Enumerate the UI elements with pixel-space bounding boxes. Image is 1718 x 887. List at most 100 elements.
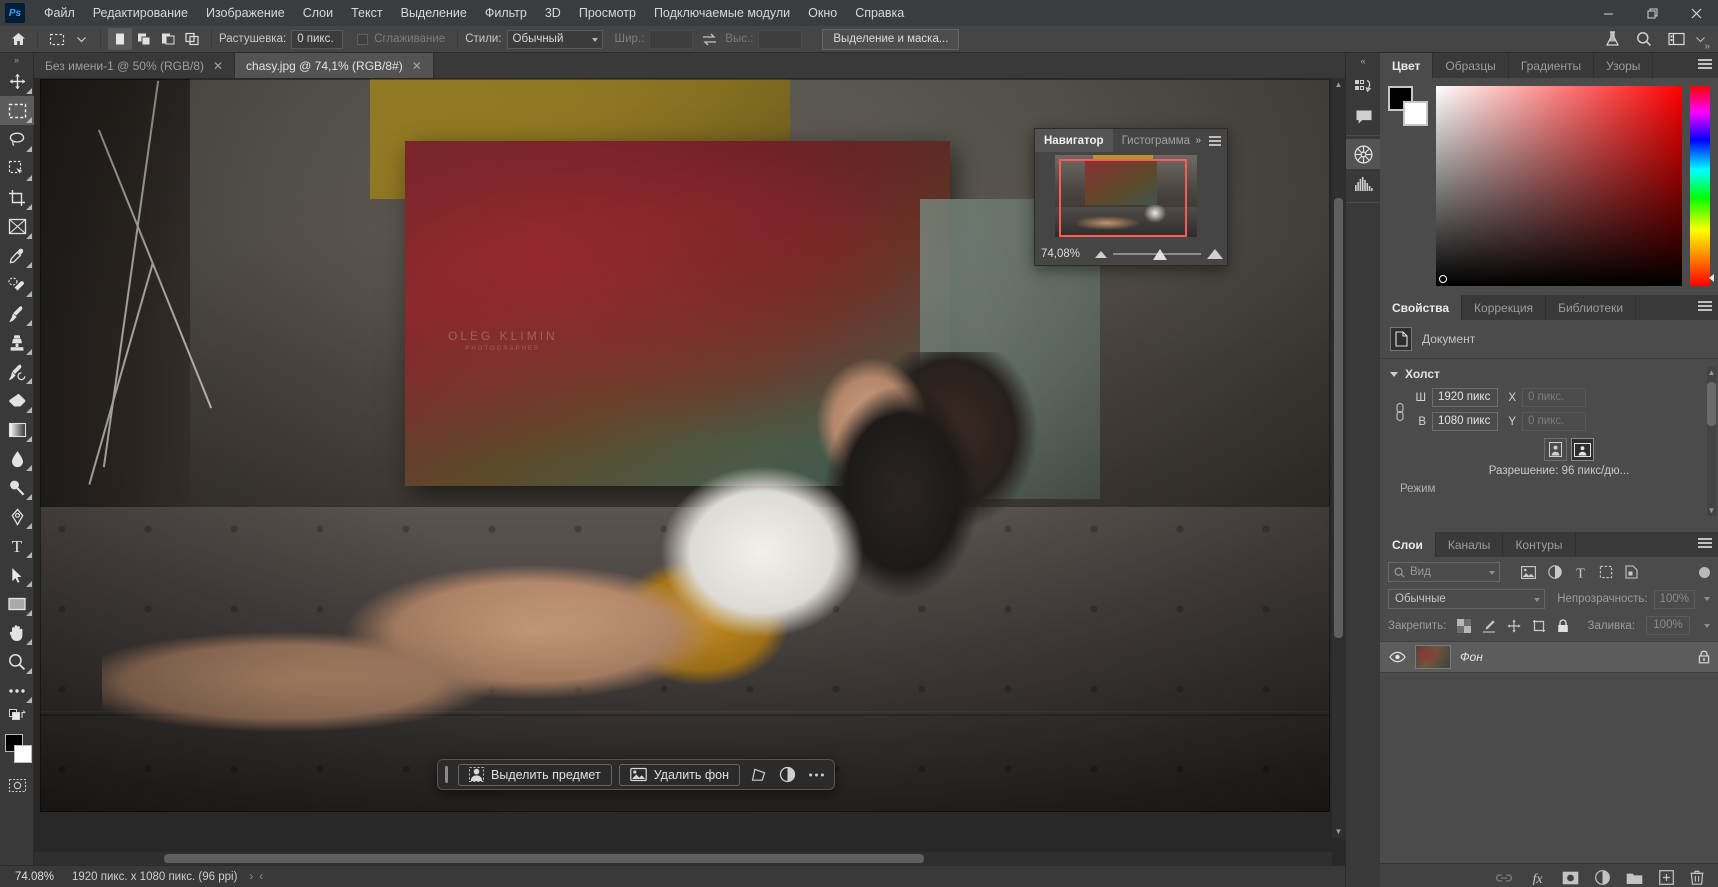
subtract-from-selection-icon[interactable] [156, 28, 180, 50]
layer-mask-icon[interactable] [1562, 871, 1579, 885]
dodge-tool[interactable] [0, 473, 34, 502]
path-selection-tool[interactable] [0, 560, 34, 589]
layer-row[interactable]: Фон [1380, 641, 1718, 673]
navigator-more-icon[interactable]: » [1195, 135, 1201, 146]
gradient-tool[interactable] [0, 415, 34, 444]
history-icon[interactable] [1346, 72, 1381, 102]
menu-file[interactable]: Файл [35, 0, 84, 26]
blend-mode-select[interactable]: Обычные [1388, 589, 1546, 609]
height-input[interactable] [758, 29, 803, 49]
lock-artboard-icon[interactable] [1532, 619, 1546, 633]
opacity-value[interactable]: 100% [1653, 589, 1695, 609]
quick-selection-tool[interactable] [0, 154, 34, 183]
home-icon[interactable] [6, 28, 30, 50]
style-select[interactable]: Обычный [506, 29, 603, 49]
navigator-panel[interactable]: Навигатор Гистограмма » 74,08% [1034, 128, 1228, 266]
tab-patterns[interactable]: Узоры [1594, 53, 1654, 78]
zoom-tool[interactable] [0, 647, 34, 676]
tab-layers[interactable]: Слои [1380, 532, 1436, 557]
status-arrows[interactable]: ›‹ [249, 871, 269, 883]
image-filter-icon[interactable] [1521, 565, 1536, 579]
tool-preset-icon[interactable] [45, 28, 69, 50]
menu-help[interactable]: Справка [846, 0, 913, 26]
default-colors-and-swap[interactable] [0, 705, 34, 727]
lock-pixels-icon[interactable] [1482, 619, 1496, 633]
panel-menu-icon[interactable] [1698, 301, 1712, 313]
tab-libraries[interactable]: Библиотеки [1546, 295, 1637, 320]
canvas-section-header[interactable]: Холст [1380, 359, 1718, 385]
quick-mask-toggle[interactable] [0, 771, 34, 800]
tab-channels[interactable]: Каналы [1435, 532, 1504, 557]
menu-layers[interactable]: Слои [294, 0, 342, 26]
width-input[interactable] [649, 29, 694, 49]
layer-thumbnail[interactable] [1415, 645, 1451, 669]
tab-navigator[interactable]: Навигатор [1035, 129, 1113, 152]
lasso-tool[interactable] [0, 125, 34, 154]
adjustments-icon[interactable] [1346, 139, 1381, 169]
lock-all-icon[interactable] [1557, 618, 1569, 633]
portrait-icon[interactable] [1544, 438, 1567, 461]
delete-layer-icon[interactable] [1690, 870, 1704, 885]
status-prev-arrow-icon[interactable]: ‹ [259, 871, 269, 883]
status-document-info[interactable]: 1920 пикс. x 1080 пикс. (96 ppi) [62, 871, 237, 883]
scroll-up-arrow-icon[interactable]: ▲ [1707, 366, 1716, 378]
vertical-scroll-thumb[interactable] [1334, 198, 1343, 638]
color-picker-body[interactable] [1380, 78, 1718, 295]
zoom-out-icon[interactable] [1095, 250, 1107, 258]
hue-marker[interactable] [1709, 274, 1714, 282]
background-color-swatch[interactable] [14, 745, 32, 763]
smart-object-filter-icon[interactable] [1625, 565, 1638, 579]
adjustment-layer-icon[interactable] [1595, 870, 1610, 885]
more-options-icon[interactable] [805, 764, 827, 786]
filter-toggle-switch[interactable] [1699, 566, 1710, 578]
minimize-button[interactable] [1586, 0, 1630, 26]
fill-value[interactable]: 100% [1646, 616, 1690, 635]
frame-tool[interactable] [0, 212, 34, 241]
layer-style-icon[interactable]: fx [1529, 871, 1546, 885]
tab-paths[interactable]: Контуры [1503, 532, 1576, 557]
menu-selection[interactable]: Выделение [392, 0, 476, 26]
lock-position-icon[interactable] [1507, 619, 1521, 633]
menu-plugins[interactable]: Подключаемые модули [645, 0, 799, 26]
canvas-width-input[interactable]: 1920 пикс [1432, 388, 1498, 407]
canvas-horizontal-scrollbar[interactable] [34, 852, 1332, 865]
tool-preset-chevron-down-icon[interactable] [69, 28, 93, 50]
menu-edit[interactable]: Редактирование [84, 0, 197, 26]
link-layers-icon[interactable] [1495, 872, 1513, 884]
layer-lock-icon[interactable] [1698, 650, 1710, 664]
brush-tool[interactable] [0, 299, 34, 328]
slider-knob[interactable] [1153, 249, 1168, 260]
layer-filter-select[interactable]: Вид [1388, 562, 1500, 582]
tab-swatches[interactable]: Образцы [1433, 53, 1509, 78]
panel-menu-icon[interactable] [1698, 59, 1712, 71]
close-icon[interactable]: ✕ [213, 59, 223, 73]
status-zoom-value[interactable]: 74.08% [0, 871, 62, 883]
crop-tool[interactable] [0, 183, 34, 212]
menu-text[interactable]: Текст [342, 0, 391, 26]
navigator-view-box[interactable] [1059, 159, 1187, 237]
color-swatch-pair[interactable] [1388, 86, 1428, 126]
menu-3d[interactable]: 3D [536, 0, 570, 26]
contextual-task-bar[interactable]: Выделить предмет Удалить фон [437, 759, 836, 790]
blur-tool[interactable] [0, 444, 34, 473]
menu-view[interactable]: Просмотр [570, 0, 645, 26]
navigator-zoom-value[interactable]: 74,08% [1041, 248, 1089, 260]
rectangle-tool[interactable] [0, 589, 34, 618]
toolbar-collapse-button[interactable]: » [0, 53, 33, 67]
canvas-y-input[interactable]: 0 пикс. [1522, 412, 1586, 431]
new-selection-icon[interactable] [108, 28, 132, 50]
properties-scrollbar[interactable]: ▲ ▼ [1707, 366, 1716, 516]
antialias-checkbox[interactable] [357, 33, 369, 45]
edit-toolbar-tool[interactable] [0, 676, 34, 705]
maximize-button[interactable] [1630, 0, 1674, 26]
tab-gradients[interactable]: Градиенты [1508, 53, 1595, 78]
eyedropper-tool[interactable] [0, 241, 34, 270]
color-field-cursor[interactable] [1439, 275, 1447, 283]
link-dimensions-icon[interactable] [1392, 401, 1408, 423]
new-layer-icon[interactable] [1659, 870, 1674, 885]
menu-window[interactable]: Окно [799, 0, 846, 26]
transform-icon[interactable] [747, 764, 769, 786]
rectangular-marquee-tool[interactable] [0, 96, 34, 125]
adjustment-icon[interactable] [776, 764, 798, 786]
move-tool[interactable] [0, 67, 34, 96]
